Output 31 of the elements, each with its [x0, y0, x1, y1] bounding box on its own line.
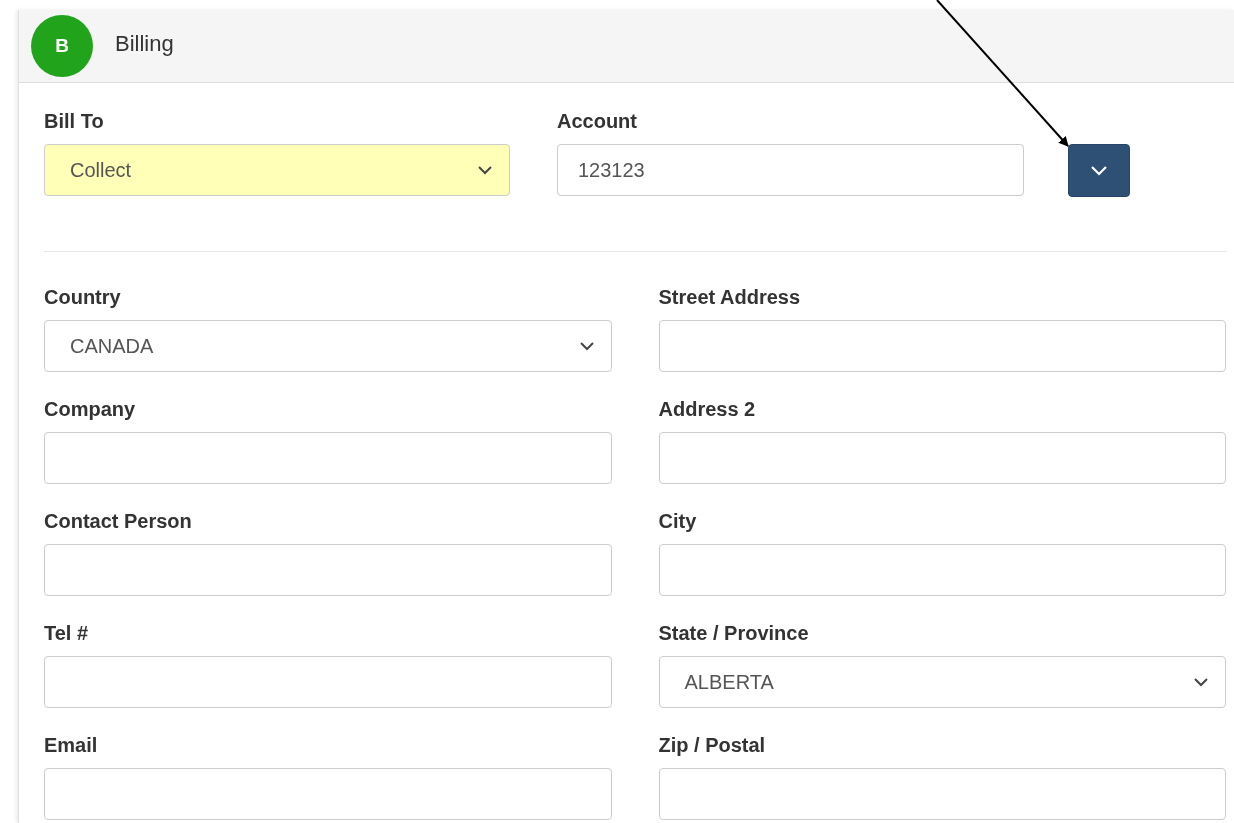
dropdown-button[interactable]	[1068, 144, 1130, 197]
field-label: Contact Person	[44, 509, 193, 533]
select-field[interactable]: ALBERTA	[658, 656, 1226, 708]
select-field[interactable]: Collect	[44, 144, 510, 196]
chevron-down-icon	[578, 341, 595, 351]
field-label: Company	[44, 397, 137, 421]
field-label: Country	[44, 285, 122, 309]
field-label: City	[658, 509, 698, 533]
field-label: Address 2	[658, 397, 757, 421]
field-label: Street Address	[658, 285, 802, 309]
input-field[interactable]	[44, 656, 612, 708]
select-field[interactable]: CANADA	[44, 320, 612, 372]
input-field[interactable]	[658, 544, 1226, 596]
input-field[interactable]	[44, 432, 612, 484]
section-badge: B	[31, 15, 93, 77]
field-label: Email	[44, 733, 99, 757]
field-label: Tel #	[44, 621, 90, 645]
input-field[interactable]	[658, 320, 1226, 372]
field-label: State / Province	[658, 621, 810, 645]
input-field[interactable]	[44, 544, 612, 596]
input-field[interactable]: 123123	[557, 144, 1024, 196]
input-field[interactable]	[44, 768, 612, 820]
field-label: Zip / Postal	[658, 733, 767, 757]
input-field[interactable]	[658, 432, 1226, 484]
chevron-down-icon	[1193, 677, 1209, 687]
chevron-down-icon	[1090, 165, 1108, 176]
chevron-down-icon	[477, 165, 493, 175]
section-title: Billing	[115, 29, 174, 58]
field-label: Account	[557, 109, 638, 133]
input-field[interactable]	[658, 768, 1226, 820]
field-label: Bill To	[44, 109, 105, 133]
